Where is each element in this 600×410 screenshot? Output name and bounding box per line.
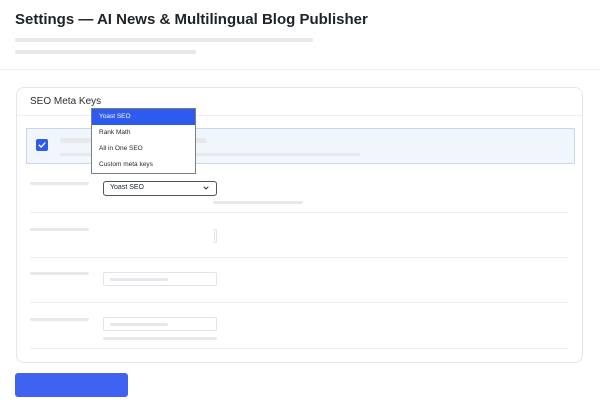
checkmark-icon — [38, 142, 46, 148]
row-divider — [30, 348, 568, 349]
dropdown-option-yoast-seo[interactable]: Yoast SEO — [92, 109, 195, 125]
header-divider — [0, 69, 600, 70]
row-divider — [30, 212, 568, 213]
card-title: SEO Meta Keys — [30, 96, 102, 107]
meta-plugin-select[interactable]: Yoast SEO — [103, 181, 217, 196]
dropdown-option-custom-meta-keys[interactable]: Custom meta keys — [92, 157, 195, 173]
subtitle-placeholder-line — [15, 50, 196, 54]
dropdown-option-all-in-one-seo[interactable]: All in One SEO — [92, 141, 195, 157]
select-value: Yoast SEO — [110, 184, 144, 191]
meta-key-input[interactable] — [103, 272, 217, 286]
input-placeholder-text — [110, 323, 168, 326]
subtitle-placeholder-line — [15, 38, 313, 42]
field-label-placeholder — [30, 272, 89, 275]
field-label-placeholder — [30, 182, 89, 185]
chevron-down-icon — [203, 186, 209, 190]
row-divider — [30, 257, 568, 258]
field-help-placeholder — [213, 201, 303, 204]
field-help-placeholder — [103, 337, 217, 340]
field-label-placeholder — [30, 228, 89, 231]
save-button[interactable] — [15, 373, 128, 397]
meta-plugin-dropdown: Yoast SEO Rank Math All in One SEO Custo… — [91, 108, 196, 174]
meta-key-input[interactable] — [214, 229, 217, 243]
field-label-placeholder — [30, 318, 89, 321]
dropdown-option-rank-math[interactable]: Rank Math — [92, 125, 195, 141]
override-checkbox[interactable] — [36, 139, 48, 151]
row-divider — [30, 302, 568, 303]
meta-key-input[interactable] — [103, 317, 217, 331]
input-placeholder-text — [110, 278, 168, 281]
page-title: Settings — AI News & Multilingual Blog P… — [15, 11, 368, 28]
